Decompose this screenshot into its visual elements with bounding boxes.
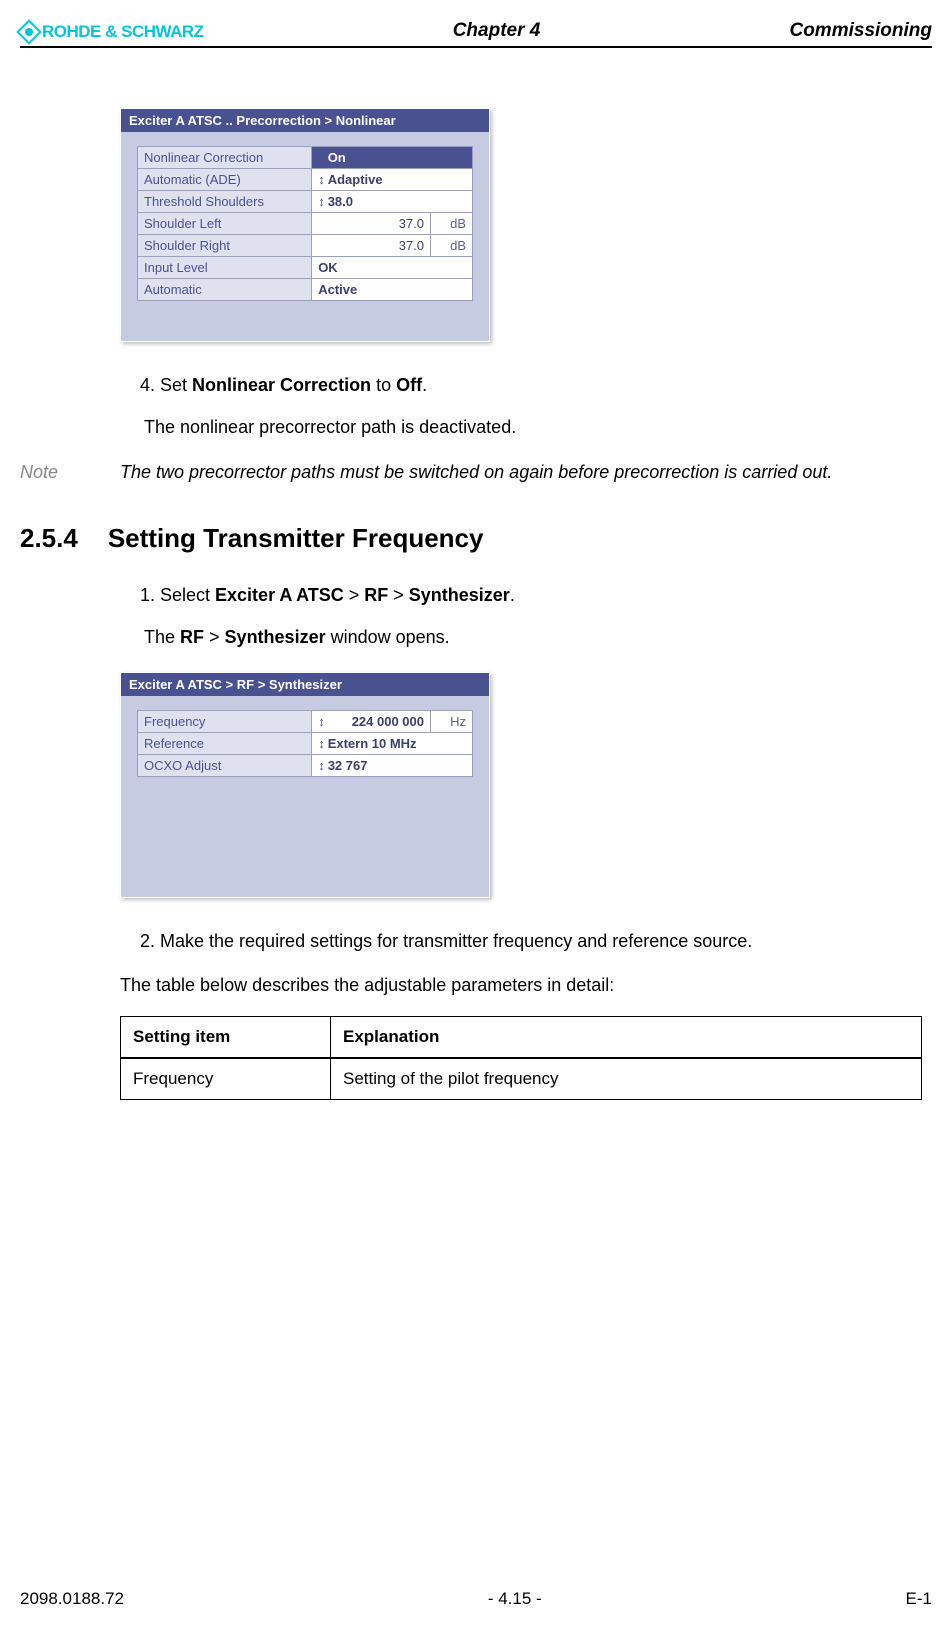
param-header-1: Setting item xyxy=(121,1017,331,1059)
spin-icon: ↕ xyxy=(318,714,325,729)
chapter-label: Chapter 4 xyxy=(453,20,541,42)
section-heading: 2.5.4 Setting Transmitter Frequency xyxy=(20,523,922,554)
table-row: Frequency Setting of the pilot frequency xyxy=(121,1058,922,1100)
window-titlebar: Exciter A ATSC > RF > Synthesizer xyxy=(121,673,489,696)
header-title-right: Commissioning xyxy=(789,20,932,42)
row-value[interactable]: ↕38.0 xyxy=(312,191,473,213)
brand-logo: ROHDE & SCHWARZ xyxy=(20,22,204,42)
page-header: ROHDE & SCHWARZ Chapter 4 Commissioning xyxy=(20,20,932,48)
row-label: Reference xyxy=(138,733,312,755)
row-label: Frequency xyxy=(138,711,312,733)
row-unit: dB xyxy=(431,235,473,257)
param-table: Setting item Explanation Frequency Setti… xyxy=(120,1016,922,1100)
precorrection-window: Exciter A ATSC .. Precorrection > Nonlin… xyxy=(120,108,490,342)
row-unit: Hz xyxy=(431,711,473,733)
synthesizer-table: Frequency ↕224 000 000 Hz Reference ↕Ext… xyxy=(137,710,473,777)
spin-icon: ↕ xyxy=(318,758,325,773)
row-label: Shoulder Right xyxy=(138,235,312,257)
note-block: Note The two precorrector paths must be … xyxy=(20,462,922,483)
row-unit: dB xyxy=(431,213,473,235)
row-label: Nonlinear Correction xyxy=(138,147,312,169)
row-label: OCXO Adjust xyxy=(138,755,312,777)
row-label: Automatic xyxy=(138,279,312,301)
section-title: Setting Transmitter Frequency xyxy=(108,523,484,554)
step-1b-follow: The RF > Synthesizer window opens. xyxy=(144,627,922,648)
row-value[interactable]: ↕224 000 000 xyxy=(312,711,431,733)
row-value: OK xyxy=(312,257,473,279)
section-number: 2.5.4 xyxy=(20,523,78,554)
row-label: Automatic (ADE) xyxy=(138,169,312,191)
row-value[interactable]: ↕Extern 10 MHz xyxy=(312,733,473,755)
row-value: 37.0 xyxy=(312,213,431,235)
row-value: Active xyxy=(312,279,473,301)
row-value[interactable]: ↕On xyxy=(312,147,473,169)
param-cell: Frequency xyxy=(121,1058,331,1100)
step-4-follow: The nonlinear precorrector path is deact… xyxy=(144,417,922,438)
step-1b: Select Exciter A ATSC > RF > Synthesizer… xyxy=(160,582,922,609)
spin-icon: ↕ xyxy=(318,150,325,165)
step-list-b: Select Exciter A ATSC > RF > Synthesizer… xyxy=(120,582,922,609)
row-value[interactable]: ↕Adaptive xyxy=(312,169,473,191)
footer-left: 2098.0188.72 xyxy=(20,1589,124,1609)
param-cell: Setting of the pilot frequency xyxy=(331,1058,922,1100)
note-text: The two precorrector paths must be switc… xyxy=(120,462,922,483)
row-label: Input Level xyxy=(138,257,312,279)
step-list: Set Nonlinear Correction to Off. xyxy=(120,372,922,399)
page-footer: 2098.0188.72 - 4.15 - E-1 xyxy=(20,1589,932,1609)
row-label: Shoulder Left xyxy=(138,213,312,235)
brand-text: ROHDE & SCHWARZ xyxy=(42,22,204,42)
footer-center: - 4.15 - xyxy=(488,1589,542,1609)
step-4: Set Nonlinear Correction to Off. xyxy=(160,372,922,399)
param-header-2: Explanation xyxy=(331,1017,922,1059)
table-intro: The table below describes the adjustable… xyxy=(120,975,922,996)
window-titlebar: Exciter A ATSC .. Precorrection > Nonlin… xyxy=(121,109,489,132)
synthesizer-window: Exciter A ATSC > RF > Synthesizer Freque… xyxy=(120,672,490,898)
spin-icon: ↕ xyxy=(318,736,325,751)
spin-icon: ↕ xyxy=(318,194,325,209)
step-2b: Make the required settings for transmitt… xyxy=(160,928,922,955)
row-value[interactable]: ↕32 767 xyxy=(312,755,473,777)
precorrection-table: Nonlinear Correction ↕On Automatic (ADE)… xyxy=(137,146,473,301)
brand-diamond-icon xyxy=(16,19,41,44)
step-list-c: Make the required settings for transmitt… xyxy=(120,928,922,955)
row-value: 37.0 xyxy=(312,235,431,257)
footer-right: E-1 xyxy=(906,1589,932,1609)
row-label: Threshold Shoulders xyxy=(138,191,312,213)
note-label: Note xyxy=(20,462,80,483)
spin-icon: ↕ xyxy=(318,172,325,187)
